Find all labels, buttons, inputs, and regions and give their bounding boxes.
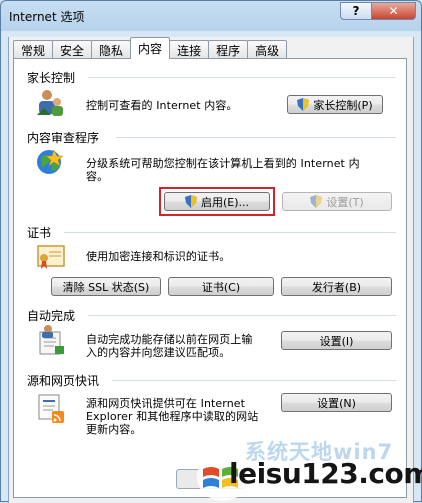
content-advisor-description-line1: 分级系统可帮助您控制在该计算机上看到的 Internet 内	[86, 157, 360, 170]
globe-icon	[37, 149, 64, 174]
help-button[interactable]: ?	[340, 2, 372, 20]
content-tab-panel: 家长控制 控制可查看的 Internet 内容。 家长控制(P) 内容审查程序	[13, 58, 407, 498]
watermark-text: leisu123.com	[229, 457, 422, 490]
content-advisor-section-title: 内容审查程序	[27, 131, 100, 145]
tab-general[interactable]: 常规	[13, 40, 54, 59]
section-divider	[64, 232, 396, 233]
parental-control-button[interactable]: 家长控制(P)	[287, 95, 383, 114]
autocomplete-settings-button[interactable]: 设置(I)	[281, 331, 392, 350]
clear-ssl-state-button[interactable]: 清除 SSL 状态(S)	[51, 277, 161, 296]
feeds-description-line3: 更新内容。	[86, 423, 142, 436]
tab-programs[interactable]: 程序	[208, 40, 249, 59]
autocomplete-description-line1: 自动完成功能存储以前在网页上输	[86, 333, 253, 346]
window-title: Internet 选项	[9, 10, 85, 24]
feeds-description-line2: Explorer 和其他程序中读取的网站	[86, 410, 259, 423]
section-divider	[112, 380, 396, 381]
tab-security[interactable]: 安全	[52, 40, 93, 59]
feeds-description-line1: 源和网页快讯提供可在 Internet	[86, 397, 246, 410]
close-button[interactable]: ✕	[371, 2, 416, 20]
enable-button-label: 启用(E)...	[200, 195, 250, 209]
uac-shield-icon	[184, 195, 197, 208]
autocomplete-section-title: 自动完成	[27, 309, 76, 323]
uac-shield-icon	[297, 98, 310, 111]
enable-button[interactable]: 启用(E)...	[164, 192, 270, 211]
content-advisor-description-line2: 容。	[86, 170, 109, 183]
tab-connections[interactable]: 连接	[169, 40, 210, 59]
parental-control-icon	[37, 90, 63, 116]
tab-strip: 常规 安全 隐私 内容 连接 程序 高级	[13, 37, 288, 59]
parental-section-title: 家长控制	[27, 71, 76, 85]
autocomplete-description-line2: 入的内容并向您建议匹配项。	[86, 346, 231, 359]
publishers-button[interactable]: 发行者(B)	[281, 277, 392, 296]
parental-description: 控制可查看的 Internet 内容。	[86, 99, 238, 112]
content-advisor-settings-label: 设置(T)	[326, 195, 364, 209]
section-divider	[88, 77, 396, 78]
internet-options-window: Internet 选项 ? ✕ 常规 安全 隐私 内容 连接 程序 高级 家长控…	[0, 0, 422, 503]
dialog-client: 常规 安全 隐私 内容 连接 程序 高级 家长控制 控制可查看的 Interne…	[8, 37, 414, 503]
feeds-section-title: 源和网页快讯	[27, 374, 100, 388]
certificates-button[interactable]: 证书(C)	[168, 277, 274, 296]
tab-privacy[interactable]: 隐私	[91, 40, 132, 59]
tab-advanced[interactable]: 高级	[247, 40, 288, 59]
certificates-section-title: 证书	[27, 226, 52, 240]
parental-control-button-label: 家长控制(P)	[313, 98, 373, 112]
autocomplete-icon	[39, 325, 64, 355]
feeds-icon	[38, 394, 64, 423]
feeds-settings-button[interactable]: 设置(N)	[281, 393, 392, 412]
tab-content[interactable]: 内容	[130, 37, 171, 59]
uac-shield-icon	[310, 195, 323, 208]
certificates-description: 使用加密连接和标识的证书。	[86, 250, 231, 263]
section-divider	[116, 137, 396, 138]
certificate-icon	[37, 245, 65, 269]
content-advisor-settings-button[interactable]: 设置(T)	[282, 192, 392, 211]
title-bar[interactable]: Internet 选项 ? ✕	[1, 1, 421, 31]
section-divider	[88, 315, 396, 316]
